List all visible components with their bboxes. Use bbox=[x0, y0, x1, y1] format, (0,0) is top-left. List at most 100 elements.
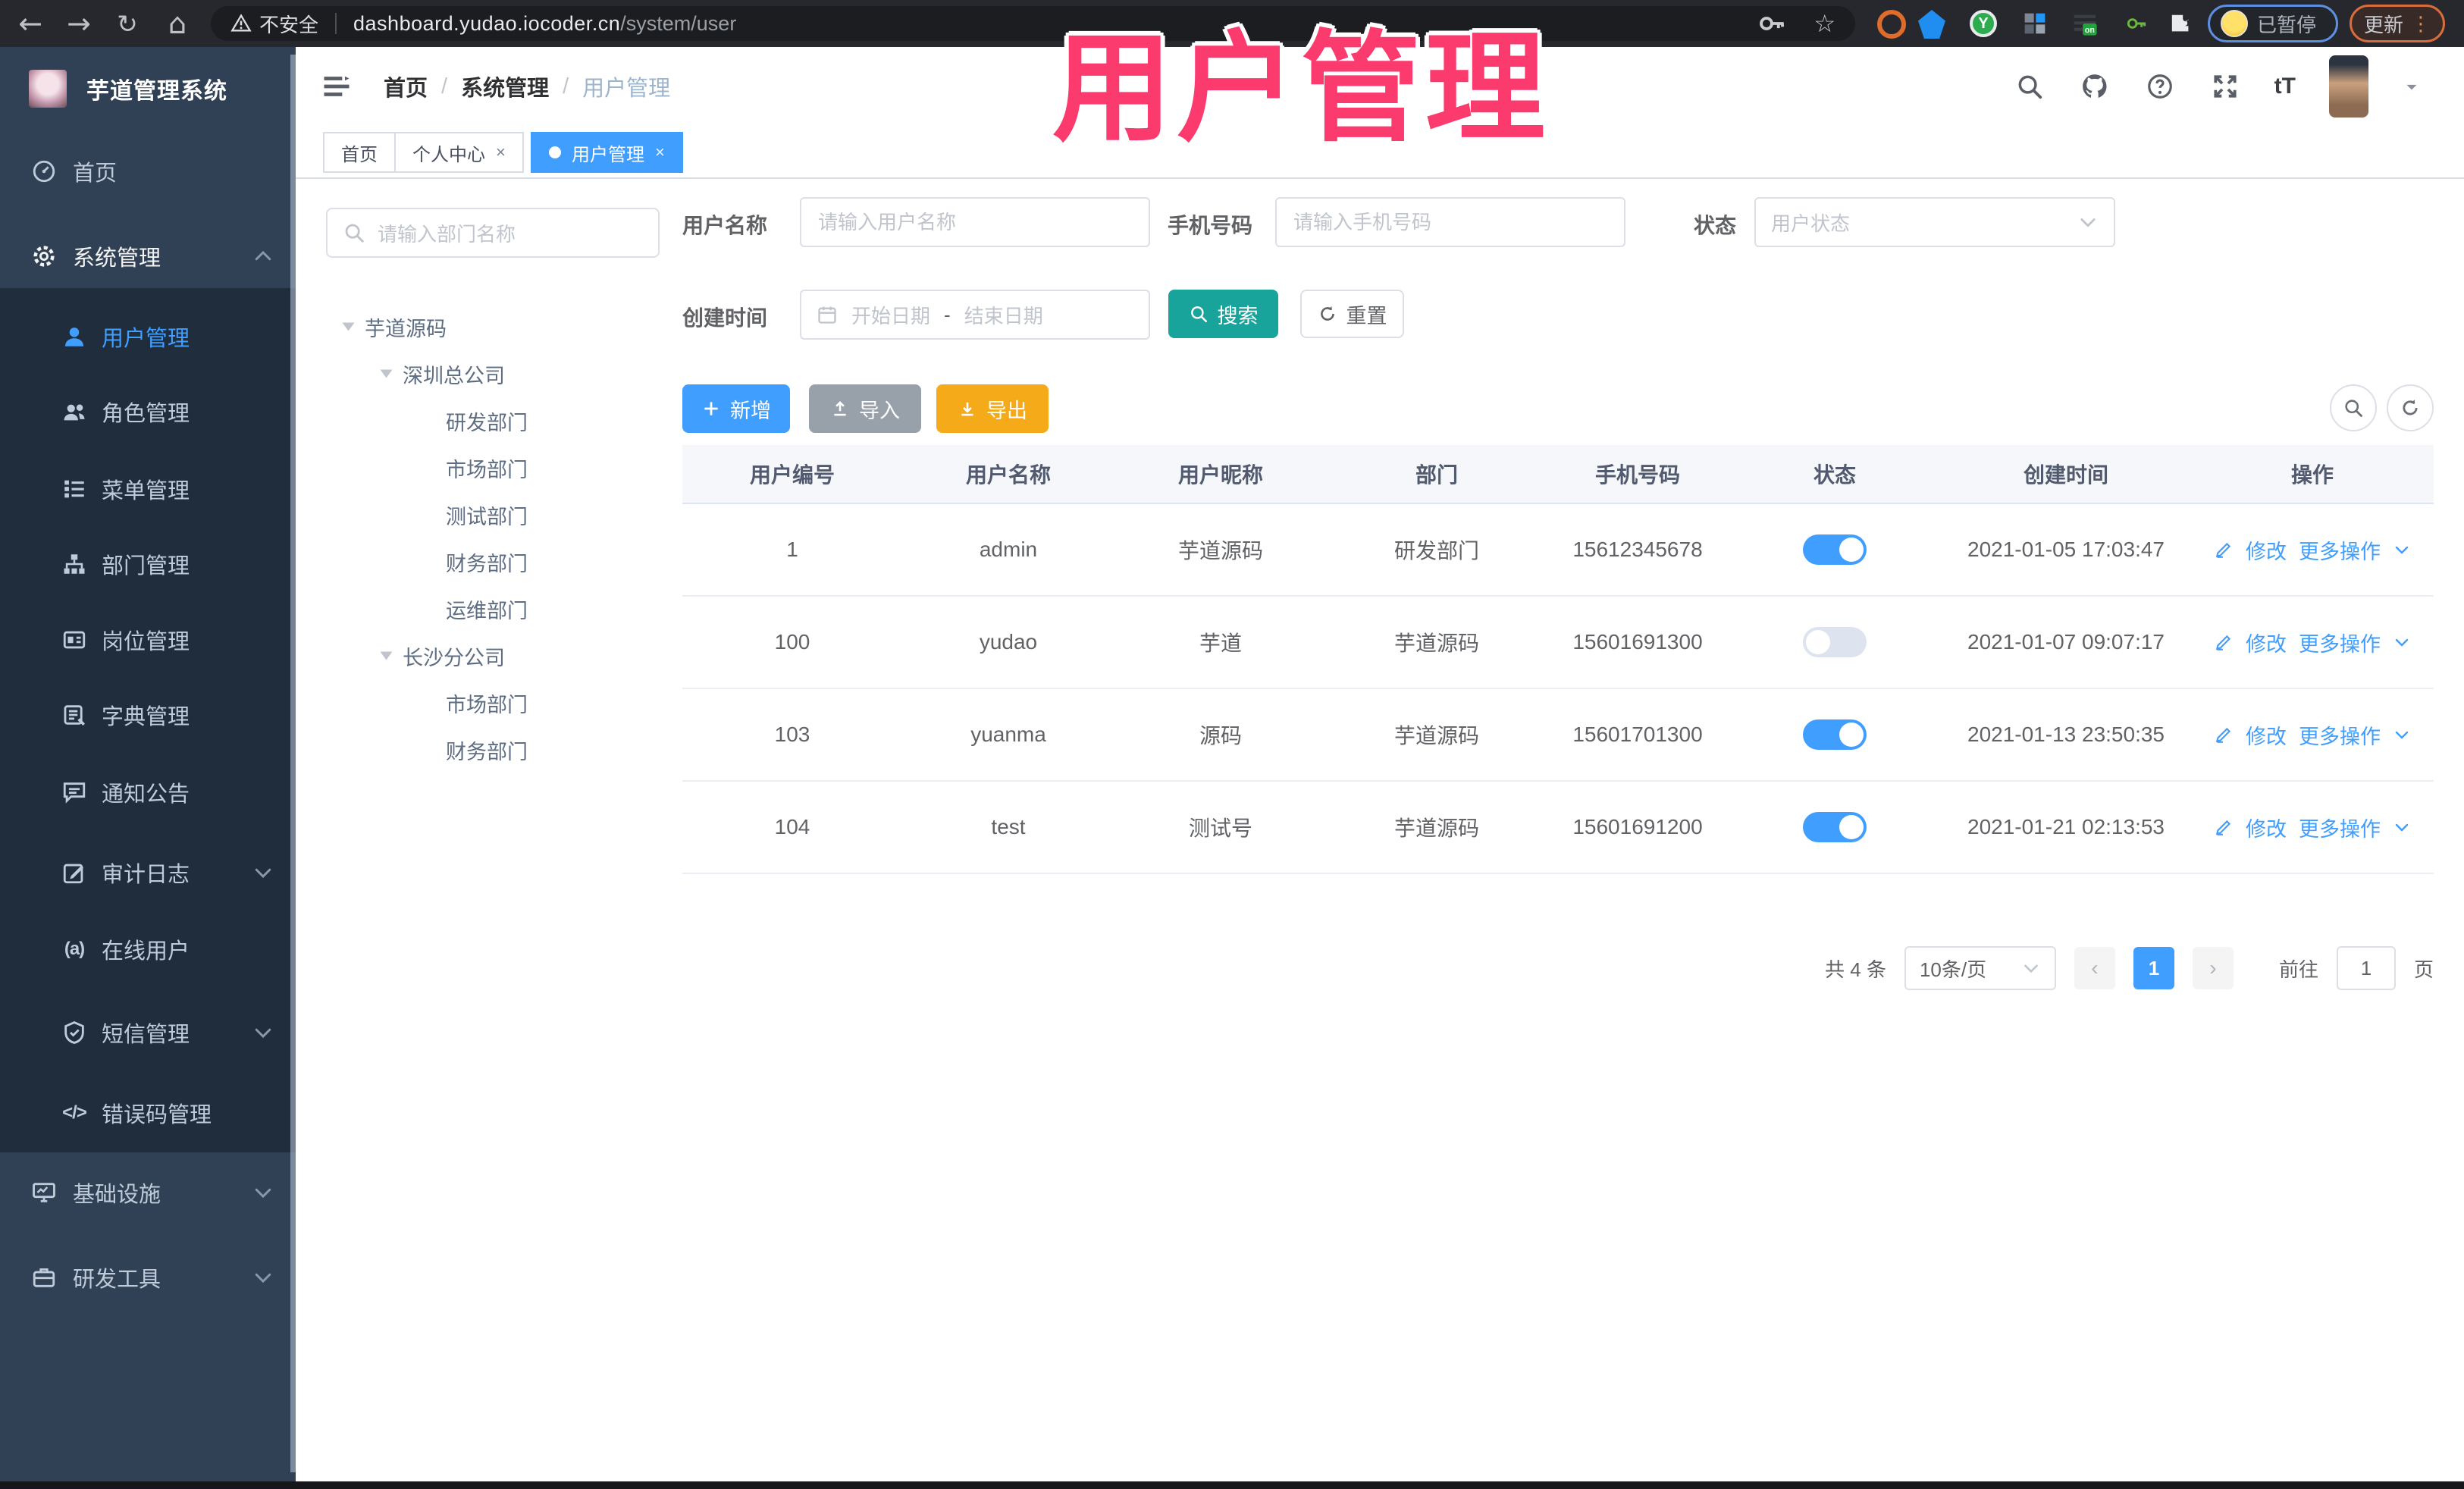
page-size-select[interactable]: 10条/页 bbox=[1904, 946, 2056, 990]
tree-caret-icon[interactable] bbox=[380, 369, 393, 378]
status-select[interactable]: 用户状态 bbox=[1754, 197, 2115, 247]
tree-node-leaf[interactable]: 研发部门 bbox=[326, 397, 660, 444]
extension-grid-icon[interactable] bbox=[2021, 10, 2049, 37]
browser-back-button[interactable]: ← bbox=[9, 0, 52, 47]
help-icon[interactable] bbox=[2144, 71, 2176, 102]
date-range-picker[interactable]: 开始日期 - 结束日期 bbox=[800, 290, 1150, 340]
sidebar-item-notice[interactable]: 通知公告 bbox=[0, 757, 296, 827]
cell-username: yuanma bbox=[970, 723, 1046, 746]
tree-node-leaf[interactable]: 财务部门 bbox=[326, 538, 660, 585]
sidebar-item-system[interactable]: 系统管理 bbox=[0, 221, 296, 291]
current-page[interactable]: 1 bbox=[2133, 947, 2174, 989]
avatar-caret-icon[interactable] bbox=[2402, 77, 2422, 96]
more-actions-link[interactable]: 更多操作 bbox=[2299, 628, 2381, 657]
sidebar: 芋道管理系统 首页 系统管理 用户管理 角色管理 菜单管理 部门管理 岗位管理 … bbox=[0, 47, 296, 1481]
import-button[interactable]: 导入 bbox=[809, 384, 921, 433]
bookmark-star-icon[interactable]: ☆ bbox=[1814, 9, 1835, 38]
tab-home[interactable]: 首页 bbox=[323, 132, 396, 173]
sidebar-item-user-mgmt[interactable]: 用户管理 bbox=[0, 302, 296, 371]
goto-page-input[interactable] bbox=[2336, 946, 2396, 990]
status-toggle[interactable] bbox=[1803, 627, 1867, 657]
chevron-down-icon bbox=[252, 1266, 274, 1289]
sidebar-item-dict-mgmt[interactable]: 字典管理 bbox=[0, 680, 296, 750]
extensions-puzzle-icon[interactable] bbox=[2167, 10, 2194, 37]
github-icon[interactable] bbox=[2079, 71, 2111, 102]
browser-reload-button[interactable]: ↻ bbox=[106, 0, 149, 47]
edit-link[interactable]: 修改 bbox=[2246, 628, 2287, 657]
not-secure-warning[interactable]: 不安全 bbox=[230, 10, 318, 38]
more-actions-link[interactable]: 更多操作 bbox=[2299, 535, 2381, 565]
browser-forward-button[interactable]: → bbox=[58, 0, 100, 47]
add-button[interactable]: 新增 bbox=[682, 384, 790, 433]
extension-orange-icon[interactable] bbox=[1877, 10, 1906, 39]
table-refresh-button[interactable] bbox=[2387, 384, 2434, 431]
tab-close-icon[interactable]: × bbox=[496, 143, 506, 162]
breadcrumb-home[interactable]: 首页 bbox=[384, 71, 428, 102]
more-actions-link[interactable]: 更多操作 bbox=[2299, 720, 2381, 750]
sidebar-item-audit-log[interactable]: 审计日志 bbox=[0, 838, 296, 908]
tab-close-icon[interactable]: × bbox=[655, 143, 665, 162]
extension-blue-gem-icon[interactable] bbox=[1918, 10, 1945, 39]
more-actions-link[interactable]: 更多操作 bbox=[2299, 813, 2381, 842]
brand[interactable]: 芋道管理系统 bbox=[0, 47, 296, 130]
tree-node-leaf[interactable]: 市场部门 bbox=[326, 679, 660, 726]
next-page-button[interactable]: › bbox=[2192, 947, 2234, 989]
plus-icon bbox=[701, 399, 721, 418]
sidebar-item-menu-mgmt[interactable]: 菜单管理 bbox=[0, 454, 296, 524]
sidebar-item-sms-mgmt[interactable]: 短信管理 bbox=[0, 998, 296, 1067]
status-toggle[interactable] bbox=[1803, 719, 1867, 750]
font-size-icon[interactable]: tT bbox=[2274, 74, 2296, 99]
sidebar-item-dept-mgmt[interactable]: 部门管理 bbox=[0, 529, 296, 599]
mobile-input[interactable] bbox=[1275, 197, 1625, 247]
edit-link[interactable]: 修改 bbox=[2246, 813, 2287, 842]
tree-node-branch[interactable]: 长沙分公司 bbox=[326, 632, 660, 679]
tree-node-leaf[interactable]: 市场部门 bbox=[326, 444, 660, 491]
tab-user-mgmt[interactable]: 用户管理 × bbox=[531, 132, 683, 173]
tree-caret-icon[interactable] bbox=[380, 651, 393, 660]
tree-caret-icon[interactable] bbox=[342, 322, 355, 331]
export-button[interactable]: 导出 bbox=[936, 384, 1049, 433]
svg-text:on: on bbox=[2085, 26, 2095, 35]
tree-node-branch[interactable]: 深圳总公司 bbox=[326, 350, 660, 397]
sidebar-item-infra[interactable]: 基础设施 bbox=[0, 1158, 296, 1227]
username-input[interactable] bbox=[800, 197, 1150, 247]
table-search-toggle-button[interactable] bbox=[2330, 384, 2377, 431]
sidebar-item-home[interactable]: 首页 bbox=[0, 136, 296, 206]
search-button[interactable]: 搜索 bbox=[1168, 290, 1278, 338]
status-toggle[interactable] bbox=[1803, 534, 1867, 565]
user-avatar[interactable] bbox=[2329, 55, 2368, 118]
dept-search-box[interactable]: 请输入部门名称 bbox=[326, 208, 660, 258]
calendar-icon bbox=[817, 304, 838, 325]
sidebar-item-post-mgmt[interactable]: 岗位管理 bbox=[0, 605, 296, 675]
header-search-icon[interactable] bbox=[2014, 71, 2045, 102]
sidebar-scrollbar[interactable] bbox=[290, 55, 296, 1472]
edit-link[interactable]: 修改 bbox=[2246, 535, 2287, 565]
extension-list-on-icon[interactable]: on bbox=[2071, 10, 2099, 37]
sidebar-item-role-mgmt[interactable]: 角色管理 bbox=[0, 377, 296, 447]
extension-green-y-icon[interactable]: Y bbox=[1970, 10, 1997, 37]
tree-node-root[interactable]: 芋道源码 bbox=[326, 303, 660, 350]
chrome-update-button[interactable]: 更新 ⋮ bbox=[2350, 5, 2445, 42]
chrome-menu-kebab-icon[interactable]: ⋮ bbox=[2411, 14, 2431, 33]
tree-node-leaf[interactable]: 财务部门 bbox=[326, 726, 660, 773]
sidebar-item-online-users[interactable]: (a) 在线用户 bbox=[0, 914, 296, 984]
prev-page-button[interactable]: ‹ bbox=[2074, 947, 2115, 989]
password-key-icon[interactable] bbox=[1756, 8, 1788, 39]
sidebar-item-error-code[interactable]: </> 错误码管理 bbox=[0, 1078, 296, 1148]
sidebar-item-dev-tools[interactable]: 研发工具 bbox=[0, 1243, 296, 1312]
tree-node-leaf[interactable]: 运维部门 bbox=[326, 585, 660, 632]
status-toggle[interactable] bbox=[1803, 812, 1867, 842]
reset-button[interactable]: 重置 bbox=[1300, 290, 1404, 338]
edit-link[interactable]: 修改 bbox=[2246, 720, 2287, 750]
hamburger-icon[interactable] bbox=[320, 70, 353, 103]
extension-green-key-icon[interactable] bbox=[2123, 10, 2150, 37]
fullscreen-icon[interactable] bbox=[2209, 71, 2241, 102]
browser-home-button[interactable]: ⌂ bbox=[156, 0, 199, 47]
col-header: 操作 bbox=[2290, 463, 2334, 487]
breadcrumb-system[interactable]: 系统管理 bbox=[461, 71, 549, 102]
tab-profile[interactable]: 个人中心 × bbox=[394, 132, 524, 173]
profile-paused-badge[interactable]: 已暂停 bbox=[2208, 5, 2338, 42]
cell-mobile: 15601691300 bbox=[1572, 630, 1703, 654]
address-bar[interactable]: 不安全 dashboard.yudao.iocoder.cn/system/us… bbox=[211, 6, 1855, 41]
tree-node-leaf[interactable]: 测试部门 bbox=[326, 491, 660, 538]
